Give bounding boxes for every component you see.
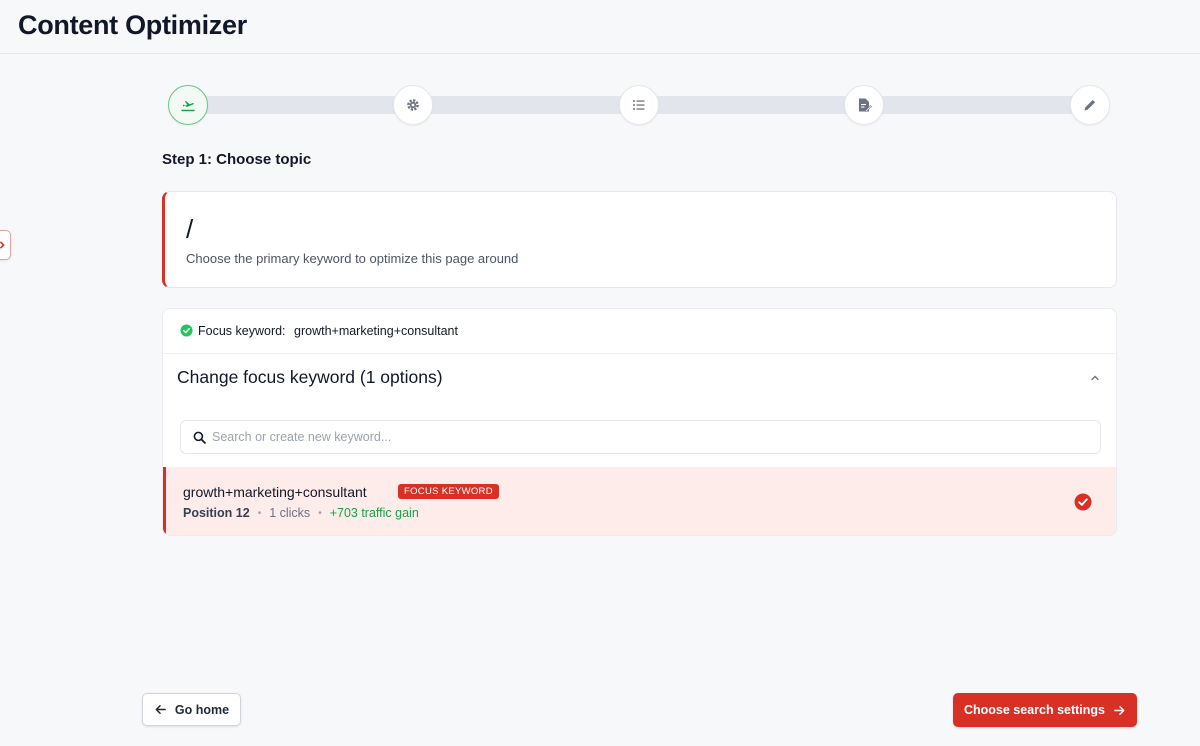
app-header: Content Optimizer bbox=[0, 0, 1200, 54]
change-focus-keyword-title[interactable]: Change focus keyword (1 options) bbox=[177, 367, 443, 388]
topic-path: / bbox=[186, 214, 194, 244]
keyword-option-row[interactable]: growth+marketing+consultant FOCUS KEYWOR… bbox=[163, 467, 1116, 535]
go-home-label: Go home bbox=[174, 702, 230, 717]
keyword-panel: Focus keyword: growth+marketing+consulta… bbox=[162, 308, 1117, 536]
check-circle-icon bbox=[180, 324, 193, 337]
chevron-right-icon bbox=[0, 241, 5, 249]
page-title: Content Optimizer bbox=[18, 10, 247, 40]
meta-separator: • bbox=[257, 507, 262, 519]
topic-description: Choose the primary keyword to optimize t… bbox=[186, 251, 519, 266]
focus-keyword-badge: FOCUS KEYWORD bbox=[398, 484, 499, 499]
step-3-outline[interactable] bbox=[619, 85, 659, 125]
pencil-icon bbox=[1084, 99, 1096, 111]
option-clicks: 1 clicks bbox=[269, 506, 311, 520]
choose-search-settings-label: Choose search settings bbox=[963, 703, 1105, 717]
option-meta: Position 12 • 1 clicks • +703 traffic ga… bbox=[183, 506, 419, 520]
sidebar-toggle-button[interactable] bbox=[0, 230, 11, 260]
focus-keyword-row: Focus keyword: growth+marketing+consulta… bbox=[163, 309, 1116, 354]
selected-check-icon bbox=[1074, 493, 1092, 511]
step-5-edit[interactable] bbox=[1070, 85, 1110, 125]
step-1-choose-topic[interactable] bbox=[168, 85, 208, 125]
document-edit-icon bbox=[859, 98, 872, 112]
chevron-up-icon[interactable] bbox=[1088, 371, 1102, 385]
keyword-search-box bbox=[180, 420, 1101, 454]
list-icon bbox=[633, 100, 645, 110]
choose-search-settings-button[interactable]: Choose search settings bbox=[953, 693, 1137, 727]
step-4-draft[interactable] bbox=[844, 85, 884, 125]
arrow-right-icon bbox=[1114, 705, 1125, 715]
keyword-search-input[interactable] bbox=[212, 422, 1092, 452]
focus-keyword-value: growth+marketing+consultant bbox=[294, 324, 458, 338]
option-keyword: growth+marketing+consultant bbox=[183, 484, 367, 500]
arrow-left-icon bbox=[155, 705, 166, 714]
plane-takeoff-icon bbox=[181, 101, 195, 112]
gear-icon bbox=[407, 99, 419, 111]
step-2-search-settings[interactable] bbox=[393, 85, 433, 125]
focus-keyword-label: Focus keyword: bbox=[198, 324, 286, 338]
search-icon bbox=[193, 431, 206, 444]
option-position: Position 12 bbox=[183, 506, 250, 520]
go-home-button[interactable]: Go home bbox=[142, 693, 241, 726]
step-heading: Step 1: Choose topic bbox=[162, 151, 312, 168]
topic-card: / Choose the primary keyword to optimize… bbox=[162, 191, 1117, 288]
progress-stepper bbox=[168, 85, 1110, 125]
meta-separator: • bbox=[318, 507, 322, 519]
option-traffic-gain: +703 traffic gain bbox=[329, 506, 419, 520]
